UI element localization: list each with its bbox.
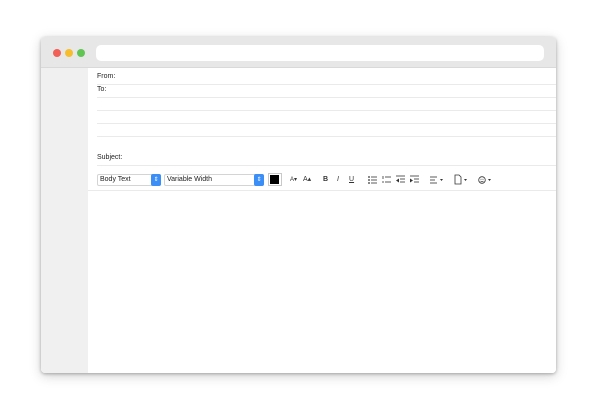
to-field[interactable] — [133, 85, 553, 97]
decrease-font-size-button[interactable]: A▾ — [290, 172, 297, 188]
sidebar — [41, 68, 88, 373]
font-select[interactable]: Variable Width ⇕ — [164, 174, 264, 186]
chevron-updown-icon: ⇕ — [151, 174, 161, 186]
indent-icon[interactable] — [409, 172, 421, 188]
text-color-swatch — [270, 175, 279, 184]
font-value: Variable Width — [167, 176, 213, 183]
blank-row — [97, 111, 556, 124]
to-row: To: — [97, 85, 556, 98]
address-bar[interactable] — [96, 45, 544, 61]
close-window-button[interactable] — [53, 49, 61, 57]
to-label: To: — [97, 86, 107, 93]
increase-font-size-button[interactable]: A▴ — [303, 172, 311, 188]
mail-window: From: To: Subject: Body Text ⇕ Variable … — [41, 37, 556, 373]
outdent-icon[interactable] — [395, 172, 407, 188]
emoji-icon-svg — [478, 176, 491, 184]
italic-button[interactable]: I — [337, 172, 339, 188]
text-color-well[interactable] — [268, 173, 282, 186]
blank-row-2 — [97, 124, 556, 137]
title-bar — [41, 37, 556, 68]
paragraph-style-select[interactable]: Body Text ⇕ — [97, 174, 161, 186]
bold-button[interactable]: B — [323, 172, 328, 188]
indent-icon-svg — [410, 175, 419, 183]
numbered-list-icon-svg — [382, 176, 391, 183]
compose-pane: From: To: Subject: Body Text ⇕ Variable … — [88, 68, 556, 373]
format-toolbar: Body Text ⇕ Variable Width ⇕ A▾ A▴ B I U — [97, 172, 556, 188]
attachment-icon[interactable] — [453, 172, 469, 188]
from-label: From: — [97, 73, 116, 80]
bullet-list-icon-svg — [368, 176, 377, 184]
align-left-icon[interactable] — [429, 172, 445, 188]
subject-label: Subject: — [97, 154, 123, 161]
bullet-list-icon[interactable] — [367, 172, 379, 188]
zoom-window-button[interactable] — [77, 49, 85, 57]
chevron-updown-icon: ⇕ — [254, 174, 264, 186]
from-row: From: — [97, 72, 556, 85]
align-left-icon-svg — [430, 176, 443, 184]
minimize-window-button[interactable] — [65, 49, 73, 57]
cc-row — [97, 98, 556, 111]
message-body[interactable] — [88, 190, 556, 373]
emoji-icon[interactable] — [477, 172, 493, 188]
subject-field[interactable] — [133, 153, 553, 165]
underline-button[interactable]: U — [349, 172, 354, 188]
attachment-icon-svg — [454, 174, 467, 185]
from-field[interactable] — [133, 72, 553, 84]
subject-row: Subject: — [97, 153, 556, 166]
cc-field[interactable] — [133, 98, 553, 110]
paragraph-style-value: Body Text — [100, 176, 131, 183]
numbered-list-icon[interactable] — [381, 172, 393, 188]
outdent-icon-svg — [396, 175, 405, 183]
